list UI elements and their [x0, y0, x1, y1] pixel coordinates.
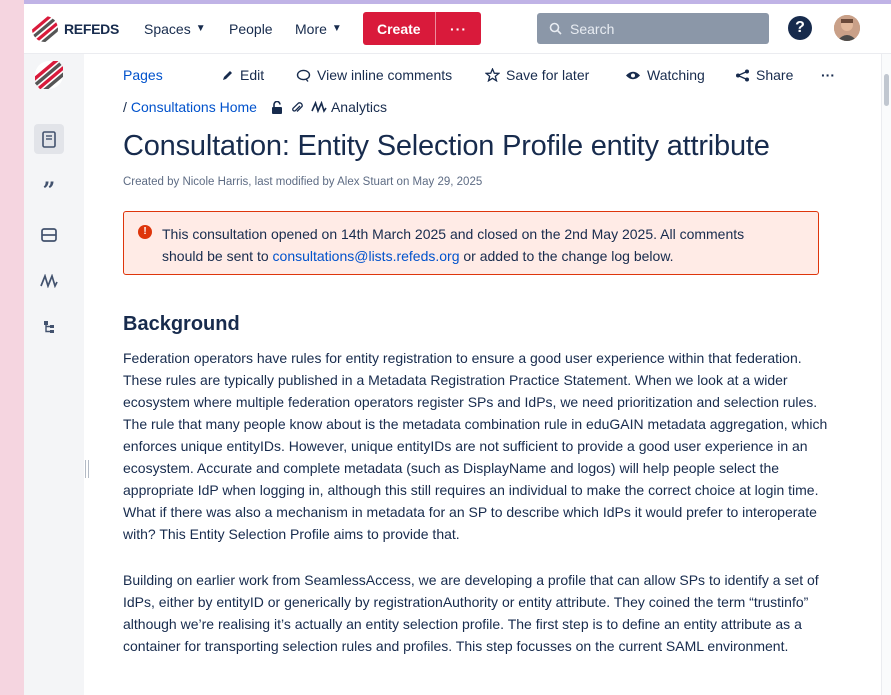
notice-line-1: This consultation opened on 14th March 2… — [162, 226, 745, 242]
more-actions-button[interactable]: ··· — [821, 67, 835, 83]
nav-more[interactable]: More ▼ — [295, 21, 342, 37]
pencil-icon — [223, 70, 232, 80]
pages-link[interactable]: Pages — [123, 67, 163, 83]
notice-text-pre: should be sent to — [162, 248, 273, 264]
breadcrumb: / Consultations Home Analytics — [123, 99, 387, 115]
star-icon — [485, 68, 500, 82]
page-byline: Created by Nicole Harris, last modified … — [123, 176, 483, 188]
search-input[interactable]: Search — [537, 13, 769, 44]
calendar-icon[interactable] — [34, 219, 64, 249]
nav-people[interactable]: People — [229, 21, 273, 37]
chevron-down-icon: ▼ — [331, 22, 342, 34]
hierarchy-icon[interactable] — [34, 312, 64, 342]
avatar[interactable] — [834, 15, 860, 41]
share-button[interactable]: Share — [735, 67, 793, 83]
nav-spaces[interactable]: Spaces ▼ — [144, 21, 206, 37]
edit-label: Edit — [240, 67, 265, 83]
help-icon[interactable]: ? — [788, 16, 812, 40]
create-button-group: Create ··· — [363, 12, 481, 45]
nav-people-label: People — [229, 21, 273, 37]
page-margin — [0, 0, 24, 695]
consultation-notice: ! This consultation opened on 14th March… — [123, 211, 819, 275]
analytics-link[interactable]: Analytics — [311, 99, 387, 115]
save-for-later-label: Save for later — [506, 67, 590, 83]
refeds-logo-icon[interactable] — [32, 16, 58, 42]
space-sidebar-rail: ” — [24, 54, 84, 695]
breadcrumb-consultations-home[interactable]: Consultations Home — [131, 99, 257, 115]
edit-button[interactable]: Edit — [221, 67, 264, 83]
view-inline-comments-button[interactable]: View inline comments — [296, 67, 452, 83]
share-label: Share — [756, 67, 794, 83]
nav-spaces-label: Spaces — [144, 21, 191, 37]
nav-more-label: More — [295, 21, 327, 37]
analytics-label: Analytics — [330, 99, 387, 115]
eye-icon — [626, 71, 640, 79]
comment-icon — [296, 69, 311, 82]
consultations-email-link[interactable]: consultations@lists.refeds.org — [273, 248, 460, 264]
attachment-icon[interactable] — [291, 101, 303, 114]
chevron-down-icon: ▼ — [195, 22, 206, 34]
create-button[interactable]: Create — [363, 21, 435, 37]
page-scrollbar[interactable] — [881, 54, 891, 695]
notice-line-2: should be sent to consultations@lists.re… — [162, 245, 804, 267]
breadcrumb-separator: / — [123, 99, 127, 115]
analytics-icon[interactable] — [34, 266, 64, 296]
space-logo-icon[interactable] — [34, 60, 64, 90]
pages-icon[interactable] — [34, 124, 64, 154]
save-for-later-button[interactable]: Save for later — [485, 67, 589, 83]
create-more-button[interactable]: ··· — [436, 21, 481, 37]
page-actions-bar: Pages Edit View inline comments Save for… — [123, 67, 843, 87]
search-placeholder: Search — [570, 20, 615, 37]
share-icon — [736, 69, 749, 81]
quote-icon[interactable]: ” — [34, 176, 64, 206]
analytics-icon — [311, 101, 327, 113]
top-navigation: REFEDS Spaces ▼ People More ▼ Create ···… — [24, 4, 891, 54]
warning-icon: ! — [138, 225, 152, 239]
scrollbar-thumb[interactable] — [884, 74, 889, 106]
view-inline-comments-label: View inline comments — [317, 67, 453, 83]
sidebar-resize-handle[interactable] — [85, 460, 89, 478]
notice-text-post: or added to the change log below. — [459, 248, 674, 264]
brand-name[interactable]: REFEDS — [64, 21, 119, 37]
watching-button[interactable]: Watching — [625, 67, 705, 83]
background-heading: Background — [123, 313, 240, 335]
unlock-icon[interactable] — [271, 100, 283, 114]
background-paragraph-1: Federation operators have rules for enti… — [123, 350, 828, 542]
page-title: Consultation: Entity Selection Profile e… — [123, 130, 770, 162]
watching-label: Watching — [647, 67, 705, 83]
background-paragraph-2: Building on earlier work from SeamlessAc… — [123, 572, 819, 654]
search-icon — [549, 22, 562, 35]
